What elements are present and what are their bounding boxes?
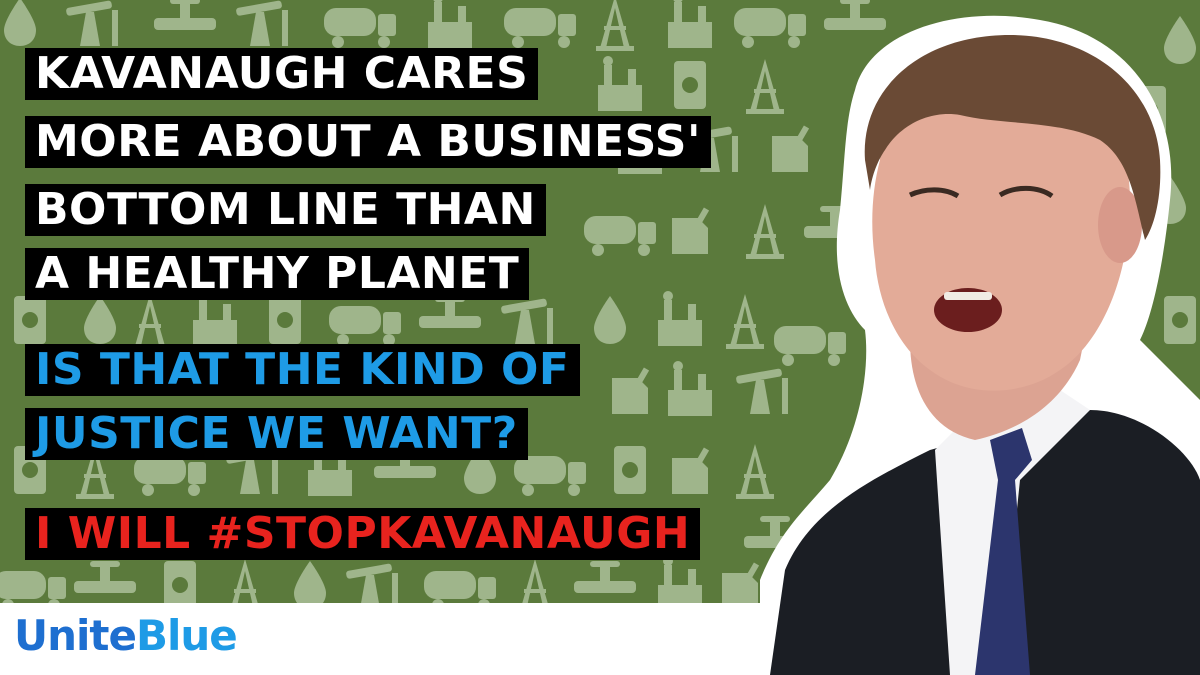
question-line-1: IS THAT THE KIND OF bbox=[25, 344, 580, 396]
headline-line-4: A HEALTHY PLANET bbox=[25, 248, 530, 300]
brand-logo-part-2: Blue bbox=[135, 611, 238, 660]
speaker-portrait bbox=[760, 15, 1200, 675]
question-line-2: JUSTICE WE WANT? bbox=[25, 408, 528, 460]
brand-logo-part-1: Unite bbox=[14, 611, 137, 660]
headline-line-3: BOTTOM LINE THAN bbox=[25, 184, 546, 236]
brand-logo: UniteBlue bbox=[14, 606, 238, 666]
call-to-action: I WILL #STOPKAVANAUGH bbox=[25, 508, 701, 560]
headline-line-2: MORE ABOUT A BUSINESS' bbox=[25, 116, 711, 168]
headline-line-1: KAVANAUGH CARES bbox=[25, 48, 539, 100]
